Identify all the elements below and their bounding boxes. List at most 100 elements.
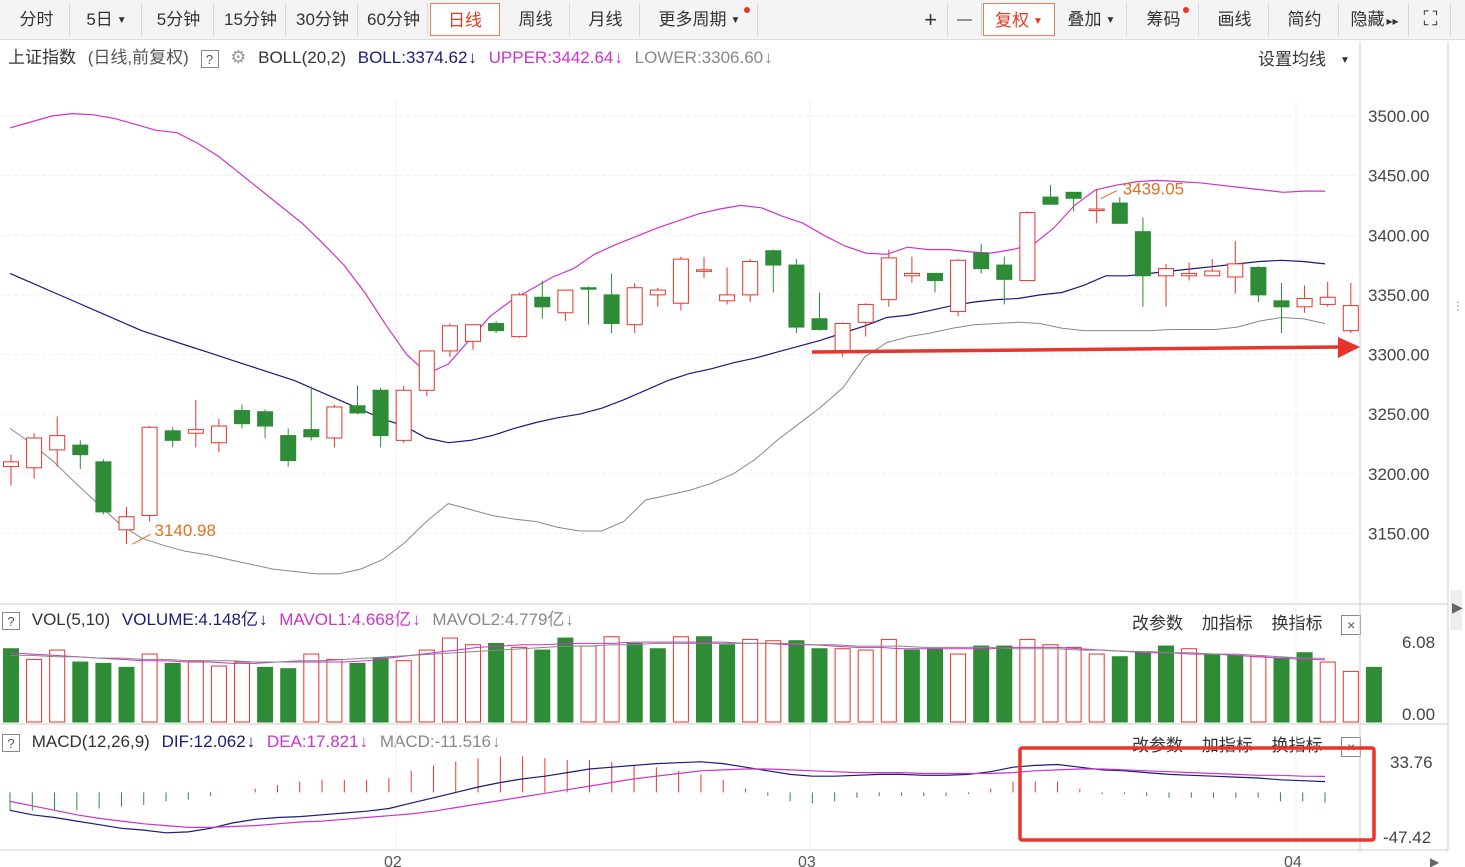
period-tab-15min[interactable]: 15分钟	[216, 3, 286, 36]
period-tab-5day[interactable]: 5日 ▼	[72, 3, 142, 36]
candle-body	[465, 324, 481, 342]
volume-bar	[996, 645, 1013, 723]
volume-bar	[927, 648, 943, 723]
period-tab-fenshi[interactable]: 分时	[4, 3, 70, 36]
switch-indicator-link[interactable]: 换指标	[1271, 614, 1322, 633]
boll-indicator-name[interactable]: BOLL(20,2)	[258, 48, 346, 67]
candle-body	[996, 264, 1013, 280]
period-tab-30min[interactable]: 30分钟	[288, 3, 358, 36]
adjust-button[interactable]: 复权 ▼	[983, 3, 1055, 36]
volume-bar	[349, 662, 366, 723]
scrollbar-thumb	[1450, 590, 1462, 630]
add-indicator-link[interactable]: 加指标	[1202, 614, 1253, 633]
plus-icon: +	[924, 7, 937, 32]
high-price-label: 3439.05	[1123, 180, 1184, 199]
candle-body	[511, 294, 528, 338]
volume-bar	[649, 648, 666, 723]
volume-bar	[3, 648, 19, 723]
volume-bar	[765, 640, 782, 723]
period-tab-weekly[interactable]: 周线	[502, 3, 570, 36]
volume-bar	[626, 642, 643, 723]
month-label: 03	[798, 854, 816, 867]
period-tab-daily[interactable]: 日线	[430, 3, 500, 36]
action-label: 隐藏	[1350, 10, 1385, 29]
edit-params-link[interactable]: 改参数	[1132, 736, 1183, 755]
zoom-in-button[interactable]: +	[914, 3, 948, 36]
candle-body	[1273, 300, 1290, 308]
candle-body	[72, 444, 89, 456]
candle-body	[488, 322, 505, 332]
volume-bar	[395, 660, 412, 723]
period-tab-5min[interactable]: 5分钟	[144, 3, 214, 36]
overlay-button[interactable]: 叠加 ▼	[1057, 3, 1127, 36]
candle-body	[303, 429, 320, 438]
edit-params-link[interactable]: 改参数	[1132, 614, 1183, 633]
volume-bar	[557, 637, 574, 723]
macd-info-row: ? MACD(12,26,9) DIF:12.062↓ DEA:17.821↓ …	[0, 727, 508, 757]
period-tab-60min[interactable]: 60分钟	[360, 3, 428, 36]
volume-bar	[1204, 653, 1221, 723]
volume-bar	[164, 662, 181, 723]
gear-icon[interactable]: ⚙	[230, 47, 246, 67]
volume-bar	[234, 661, 250, 723]
period-tab-more[interactable]: 更多周期 ▼	[642, 3, 758, 36]
candle-body	[834, 322, 851, 353]
volume-bar	[1065, 646, 1082, 723]
price-tick-label: 3250.00	[1368, 405, 1429, 424]
close-icon[interactable]: ×	[1341, 614, 1362, 635]
candle-body	[811, 318, 828, 330]
period-label: 周线	[518, 10, 553, 29]
simple-button[interactable]: 简约	[1271, 3, 1339, 36]
low-price-label: 3140.98	[155, 521, 216, 540]
price-tick-label: 3350.00	[1368, 286, 1429, 305]
close-icon[interactable]: ×	[1341, 736, 1362, 757]
candle-body	[26, 437, 43, 469]
dif-line	[9, 761, 1326, 834]
candle-body	[880, 257, 897, 301]
volume-bar	[903, 649, 920, 723]
hide-button[interactable]: 隐藏 ▸▸	[1341, 3, 1409, 36]
set-ma-link[interactable]: 设置均线 ▼	[1258, 45, 1350, 70]
action-label: 画线	[1217, 10, 1252, 29]
candle-body	[927, 272, 943, 282]
volume-bar	[141, 653, 158, 723]
scroll-dots-icon: ⋮	[1452, 299, 1464, 313]
arrow-down-icon: ↓	[412, 610, 421, 629]
volume-bar	[1019, 638, 1036, 723]
double-arrow-icon: ▸▸	[1386, 14, 1399, 28]
volume-bar	[788, 640, 805, 723]
help-icon[interactable]: ?	[2, 611, 20, 630]
volume-bar	[1111, 656, 1128, 723]
candle-body	[1227, 263, 1244, 278]
low-pointer	[132, 533, 151, 545]
help-icon[interactable]: ?	[2, 733, 20, 752]
volume-bar	[26, 658, 43, 723]
macd-indicator-name[interactable]: MACD(12,26,9)	[32, 732, 150, 751]
fullscreen-button[interactable]: ⛶	[1411, 3, 1451, 36]
candle-body	[118, 516, 135, 531]
draw-button[interactable]: 画线	[1201, 3, 1269, 36]
candle-body	[950, 259, 967, 313]
volume-bar	[672, 636, 689, 723]
volume-bar	[534, 649, 551, 723]
candle-body	[1088, 208, 1105, 212]
help-icon[interactable]: ?	[200, 49, 219, 68]
boll-mid-value: BOLL:3374.62	[357, 48, 468, 67]
candle-body	[1134, 231, 1151, 277]
period-tab-monthly[interactable]: 月线	[572, 3, 640, 36]
arrow-down-icon: ↓	[359, 732, 369, 751]
arrow-down-icon: ↓	[565, 610, 574, 629]
zoom-out-button[interactable]: —	[948, 3, 982, 36]
candle-body	[649, 289, 666, 296]
candle-body	[1342, 305, 1359, 332]
volume-bar	[372, 657, 389, 723]
volume-bar	[465, 644, 481, 723]
add-indicator-link[interactable]: 加指标	[1202, 736, 1253, 755]
vol-indicator-name[interactable]: VOL(5,10)	[32, 610, 110, 629]
switch-indicator-link[interactable]: 换指标	[1271, 736, 1322, 755]
mavol1-value: MAVOL1:4.668亿	[279, 610, 412, 629]
price-tick-label: 3400.00	[1368, 226, 1429, 245]
volume-bar	[257, 666, 274, 723]
arrow-down-icon: ↓	[468, 48, 477, 67]
period-label: 月线	[588, 10, 623, 29]
